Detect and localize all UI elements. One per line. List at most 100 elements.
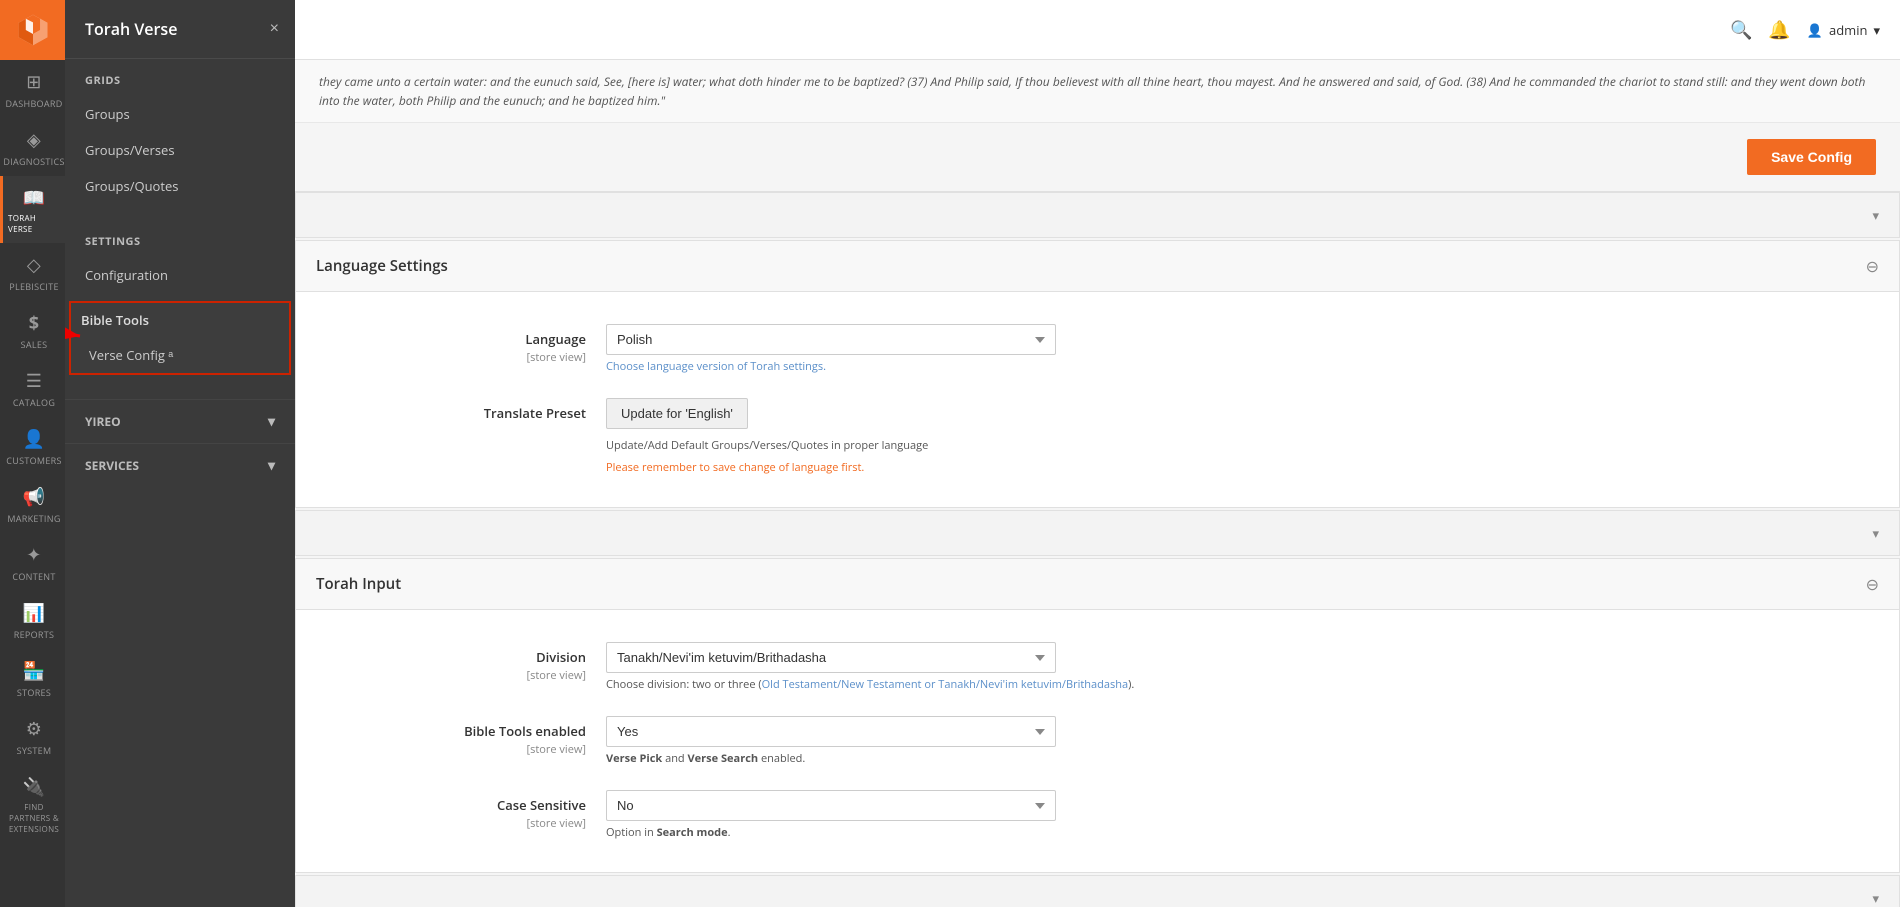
settings-section-label: Settings bbox=[65, 220, 295, 257]
sidebar-item-groups[interactable]: Groups bbox=[65, 96, 295, 132]
division-form-row: Division [store view] Tanakh/Nevi'im ket… bbox=[296, 630, 1899, 704]
marketing-icon: 📢 bbox=[23, 485, 46, 509]
system-icon: ⚙ bbox=[26, 717, 42, 741]
sidebar-item-verse-config[interactable]: Verse Config ᵃ bbox=[71, 337, 289, 373]
sidebar-item-groups-verses[interactable]: Groups/Verses bbox=[65, 132, 295, 168]
sidebar-header: Torah Verse × bbox=[65, 0, 295, 59]
division-field-col: Tanakh/Nevi'im ketuvim/Brithadasha Choos… bbox=[606, 642, 1869, 692]
sidebar-yireo-section[interactable]: YIREO ▾ bbox=[65, 399, 295, 443]
content-icon: ✦ bbox=[26, 543, 41, 567]
sidebar-item-stores[interactable]: 🏪 STORES bbox=[0, 649, 65, 707]
language-settings-collapse-icon: ⊖ bbox=[1866, 255, 1879, 277]
language-label: Language bbox=[525, 330, 586, 348]
collapsed-chevron-down-icon: ▾ bbox=[1872, 206, 1879, 224]
services-chevron-icon: ▾ bbox=[268, 456, 275, 475]
bible-tools-field-col: Yes Verse Pick and Verse Search enabled. bbox=[606, 716, 1869, 766]
user-dropdown-icon: ▾ bbox=[1873, 21, 1880, 39]
content-sections: ▾ Language Settings ⊖ Language [store vi… bbox=[295, 192, 1900, 907]
torah-input-collapse-icon: ⊖ bbox=[1866, 573, 1879, 595]
torah-input-section: Torah Input ⊖ Division [store view] Tana… bbox=[295, 558, 1900, 873]
division-label-col: Division [store view] bbox=[326, 642, 606, 683]
case-sensitive-label: Case Sensitive bbox=[497, 796, 586, 814]
dashboard-icon: ⊞ bbox=[26, 70, 41, 94]
user-menu[interactable]: 👤 admin ▾ bbox=[1807, 21, 1880, 39]
save-config-button[interactable]: Save Config bbox=[1747, 139, 1876, 175]
case-sensitive-label-col: Case Sensitive [store view] bbox=[326, 790, 606, 831]
torah-input-body: Division [store view] Tanakh/Nevi'im ket… bbox=[296, 610, 1899, 872]
translate-preset-form-row: Translate Preset Update for 'English' Up… bbox=[296, 386, 1899, 487]
find-partners-icon: 🔌 bbox=[23, 775, 46, 799]
torah-input-title: Torah Input bbox=[316, 574, 401, 594]
collapsed-section-top[interactable]: ▾ bbox=[295, 192, 1900, 238]
stores-icon: 🏪 bbox=[23, 659, 46, 683]
case-sensitive-hint: Option in Search mode. bbox=[606, 825, 1869, 840]
magento-logo-icon bbox=[15, 12, 51, 48]
language-form-row: Language [store view] Polish Choose lang… bbox=[296, 312, 1899, 386]
sidebar-item-system[interactable]: ⚙ SYSTEM bbox=[0, 707, 65, 765]
division-select[interactable]: Tanakh/Nevi'im ketuvim/Brithadasha bbox=[606, 642, 1056, 673]
sidebar-item-sales[interactable]: $ SALES bbox=[0, 301, 65, 359]
sidebar-item-groups-quotes[interactable]: Groups/Quotes bbox=[65, 168, 295, 204]
division-hint: Choose division: two or three (Old Testa… bbox=[606, 677, 1869, 692]
bible-tools-store-view: [store view] bbox=[326, 742, 586, 757]
division-store-view: [store view] bbox=[326, 668, 586, 683]
collapsed-chevron-mid2-icon: ▾ bbox=[1872, 889, 1879, 907]
language-select[interactable]: Polish bbox=[606, 324, 1056, 355]
sidebar-item-diagnostics[interactable]: ◈ DIAGNOSTICS bbox=[0, 118, 65, 176]
reports-icon: 📊 bbox=[23, 601, 46, 625]
case-sensitive-form-row: Case Sensitive [store view] No Option in… bbox=[296, 778, 1899, 852]
torah-input-header[interactable]: Torah Input ⊖ bbox=[296, 559, 1899, 610]
sidebar-item-dashboard[interactable]: ⊞ DASHBOARD bbox=[0, 60, 65, 118]
language-settings-section: Language Settings ⊖ Language [store view… bbox=[295, 240, 1900, 508]
sidebar-item-catalog[interactable]: ☰ CATALOG bbox=[0, 359, 65, 417]
language-settings-header[interactable]: Language Settings ⊖ bbox=[296, 241, 1899, 292]
translate-preset-label-col: Translate Preset bbox=[326, 398, 606, 422]
sidebar-title: Torah Verse bbox=[85, 18, 177, 40]
main-area: 🔍 🔔 👤 admin ▾ they came unto a certain w… bbox=[295, 0, 1900, 907]
nav-rail: ⊞ DASHBOARD ◈ DIAGNOSTICS 📖 TORAH VERSE … bbox=[0, 0, 65, 907]
top-header: 🔍 🔔 👤 admin ▾ bbox=[295, 0, 1900, 60]
translate-preset-button[interactable]: Update for 'English' bbox=[606, 398, 748, 429]
language-settings-body: Language [store view] Polish Choose lang… bbox=[296, 292, 1899, 507]
sidebar-item-torah-verse[interactable]: 📖 TORAH VERSE bbox=[0, 176, 65, 243]
bible-tools-enabled-label-col: Bible Tools enabled [store view] bbox=[326, 716, 606, 757]
collapsed-section-mid2[interactable]: ▾ bbox=[295, 875, 1900, 907]
username-label: admin bbox=[1829, 21, 1867, 39]
bible-tools-select[interactable]: Yes bbox=[606, 716, 1056, 747]
sidebar-item-marketing[interactable]: 📢 MARKETING bbox=[0, 475, 65, 533]
language-hint: Choose language version of Torah setting… bbox=[606, 359, 1869, 374]
torah-verse-icon: 📖 bbox=[23, 186, 46, 210]
case-sensitive-select[interactable]: No bbox=[606, 790, 1056, 821]
search-icon[interactable]: 🔍 bbox=[1730, 18, 1752, 42]
collapsed-chevron-mid1-icon: ▾ bbox=[1872, 524, 1879, 542]
sidebar-item-customers[interactable]: 👤 CUSTOMERS bbox=[0, 417, 65, 475]
bible-tools-header: Bible Tools bbox=[71, 303, 289, 337]
yireo-chevron-icon: ▾ bbox=[268, 412, 275, 431]
notifications-icon[interactable]: 🔔 bbox=[1768, 18, 1790, 42]
collapsed-section-mid1[interactable]: ▾ bbox=[295, 510, 1900, 556]
sidebar-item-content[interactable]: ✦ CONTENT bbox=[0, 533, 65, 591]
customers-icon: 👤 bbox=[23, 427, 46, 451]
sidebar-item-plebiscite[interactable]: ◇ PLEBISCITE bbox=[0, 243, 65, 301]
division-label: Division bbox=[536, 648, 586, 666]
diagnostics-icon: ◈ bbox=[27, 128, 41, 152]
language-label-col: Language [store view] bbox=[326, 324, 606, 365]
language-field-col: Polish Choose language version of Torah … bbox=[606, 324, 1869, 374]
user-icon: 👤 bbox=[1807, 21, 1823, 39]
sales-icon: $ bbox=[29, 311, 40, 335]
plebiscite-icon: ◇ bbox=[27, 253, 41, 277]
translate-preset-label: Translate Preset bbox=[484, 404, 586, 422]
sidebar-panel: Torah Verse × Grids Groups Groups/Verses… bbox=[65, 0, 295, 907]
app-logo[interactable] bbox=[0, 0, 65, 60]
sidebar-close-button[interactable]: × bbox=[270, 20, 279, 38]
bible-tools-enabled-label: Bible Tools enabled bbox=[464, 722, 586, 740]
translate-preset-field-col: Update for 'English' Update/Add Default … bbox=[606, 398, 1869, 475]
bible-tools-box: Bible Tools Verse Config ᵃ bbox=[69, 301, 291, 375]
content-area: they came unto a certain water: and the … bbox=[295, 60, 1900, 907]
language-settings-title: Language Settings bbox=[316, 256, 448, 276]
sidebar-item-find-partners[interactable]: 🔌 FIND PARTNERS & EXTENSIONS bbox=[0, 765, 65, 843]
sidebar-item-reports[interactable]: 📊 REPORTS bbox=[0, 591, 65, 649]
language-store-view: [store view] bbox=[326, 350, 586, 365]
sidebar-item-configuration[interactable]: Configuration bbox=[65, 257, 295, 293]
sidebar-services-section[interactable]: SERVICES ▾ bbox=[65, 443, 295, 487]
